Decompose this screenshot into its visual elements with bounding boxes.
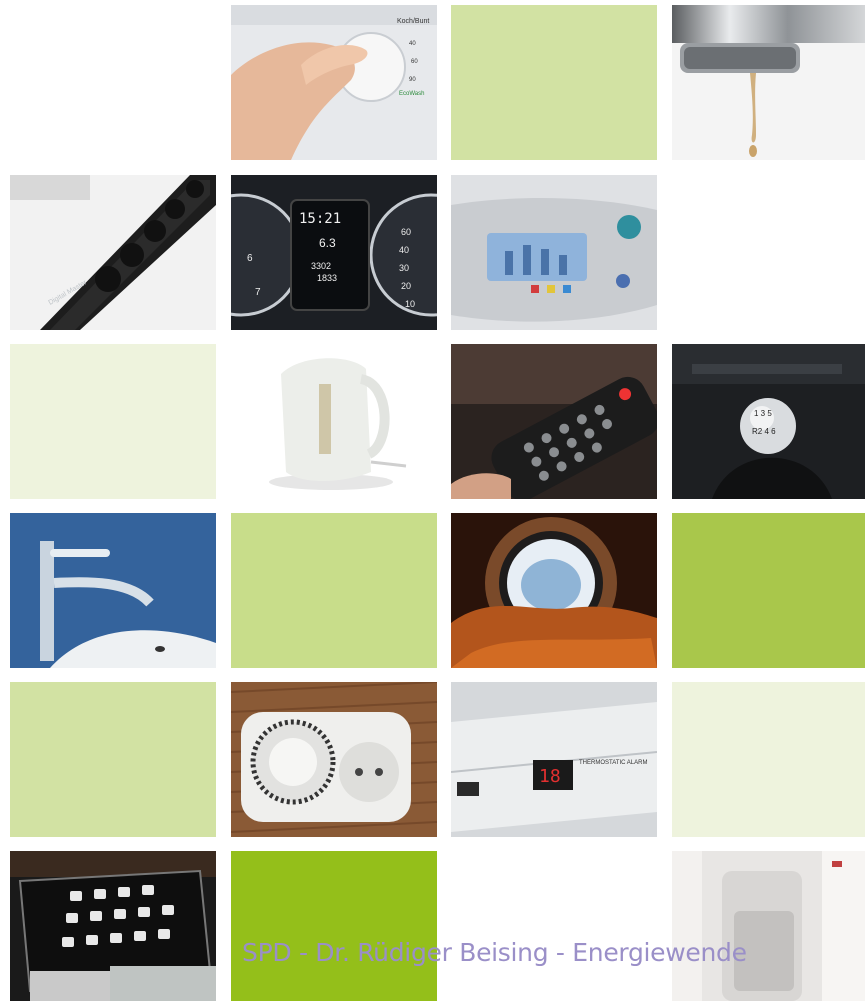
svg-text:40: 40 [399, 245, 409, 255]
svg-text:20: 20 [401, 281, 411, 291]
freezer-display-photo: 18 THERMOSTATIC ALARM [451, 682, 657, 837]
svg-text:18: 18 [539, 766, 561, 787]
svg-text:6.3: 6.3 [319, 236, 336, 250]
electric-kettle-photo [231, 344, 437, 499]
svg-text:60: 60 [401, 227, 411, 237]
bright-green-tile [231, 851, 437, 1001]
coffee-machine-panel-photo [10, 851, 216, 1001]
dryer-drum-photo [451, 513, 657, 668]
tv-remote-photo [451, 344, 657, 499]
pale-green-tile [672, 682, 865, 837]
washing-machine-dial-photo: Koch/Bunt 40 60 90 EcoWash [231, 5, 437, 160]
svg-text:R2 4 6: R2 4 6 [752, 427, 776, 436]
svg-text:15:21: 15:21 [299, 211, 341, 227]
svg-text:90: 90 [409, 77, 416, 83]
svg-text:3302: 3302 [311, 261, 331, 271]
svg-text:60: 60 [411, 59, 418, 65]
dripping-faucet-photo [672, 5, 865, 160]
green-tile [672, 513, 865, 668]
appliance-display-panel-photo [451, 175, 657, 330]
svg-text:30: 30 [399, 263, 409, 273]
timer-socket-photo [231, 682, 437, 837]
svg-text:EcoWash: EcoWash [399, 91, 424, 97]
footer-caption: SPD - Dr. Rüdiger Beising - Energiewende [242, 938, 747, 967]
svg-text:THERMOSTATIC ALARM: THERMOSTATIC ALARM [579, 760, 647, 766]
svg-text:6: 6 [247, 253, 253, 264]
svg-text:Koch/Bunt: Koch/Bunt [397, 18, 429, 25]
svg-text:7: 7 [255, 287, 261, 298]
car-dashboard-photo: 15:21 6.3 3302 1833 60 40 30 20 10 6 7 [231, 175, 437, 330]
svg-text:1 3 5: 1 3 5 [754, 409, 772, 418]
svg-text:10: 10 [405, 299, 415, 309]
motion-sensor-photo [672, 851, 865, 1001]
pale-green-tile [10, 344, 216, 499]
green-tile [231, 513, 437, 668]
svg-text:1833: 1833 [317, 273, 337, 283]
svg-text:40: 40 [409, 41, 416, 47]
gear-shift-photo: 1 3 5 R2 4 6 [672, 344, 865, 499]
bathroom-faucet-photo [10, 513, 216, 668]
green-tile [451, 5, 657, 160]
green-tile [10, 682, 216, 837]
power-strip-photo: Digital Master [10, 175, 216, 330]
